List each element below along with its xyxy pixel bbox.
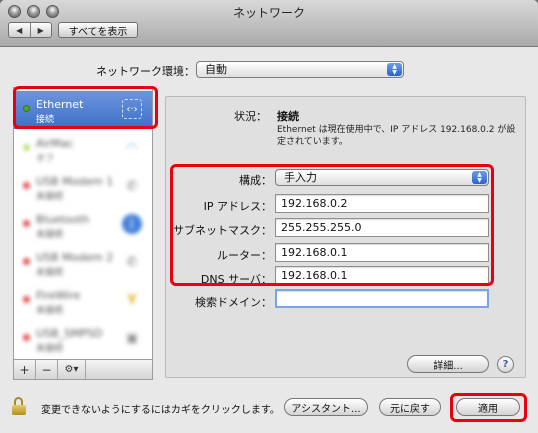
status-description: Ethernet は現在使用中で、IP アドレス 192.168.0.2 が設定… xyxy=(277,125,516,147)
status-dot-icon xyxy=(23,144,30,151)
service-item-ethernet[interactable]: Ethernet 接続 ‹·› xyxy=(14,91,152,129)
service-name: FireWire xyxy=(36,289,81,302)
add-service-button[interactable]: + xyxy=(14,360,36,379)
location-label: ネットワーク環境： xyxy=(96,65,195,78)
apply-button[interactable]: 適用 xyxy=(456,398,520,416)
status-dot-icon xyxy=(23,296,30,303)
service-name: Ethernet xyxy=(36,98,84,111)
remove-service-button[interactable]: − xyxy=(36,360,58,379)
lock-hint-text: 変更できないようにするにはカギをクリックします。 xyxy=(41,405,280,416)
subnet-mask-field[interactable]: 255.255.255.0 xyxy=(275,218,489,237)
service-name: Bluetooth xyxy=(36,213,90,226)
show-all-button[interactable]: すべてを表示 xyxy=(58,22,138,38)
network-preferences-window: ネットワーク ◀ ▶ すべてを表示 ネットワーク環境： 自動 ▲ ▼ Ethern… xyxy=(0,0,538,433)
service-item-usb-modem-1[interactable]: USB Modem 1 未接続 ✆ xyxy=(14,168,152,206)
assistant-button[interactable]: アシスタント... xyxy=(284,398,368,416)
router-field[interactable]: 192.168.0.1 xyxy=(275,243,489,262)
service-status: 未接続 xyxy=(36,230,64,240)
service-item-usb-smpsd[interactable]: USB_SMPSD 未接続 ▣ xyxy=(14,320,152,358)
configure-popup[interactable]: 手入力 ▲ ▼ xyxy=(275,169,489,186)
revert-button[interactable]: 元に戻す xyxy=(379,398,441,416)
service-list: Ethernet 接続 ‹·› AirMac オフ ◠ USB Modem 1 … xyxy=(13,87,153,360)
wifi-icon: ◠ xyxy=(126,140,138,156)
back-forward-group: ◀ ▶ xyxy=(8,22,52,38)
title-bar: ネットワーク ◀ ▶ すべてを表示 xyxy=(0,0,538,47)
vpn-icon: ▣ xyxy=(125,330,139,346)
service-status: 未接続 xyxy=(36,268,64,278)
service-item-airmac[interactable]: AirMac オフ ◠ xyxy=(14,130,152,168)
status-value: 接続 xyxy=(277,110,299,123)
status-label: 状況： xyxy=(234,110,267,123)
service-item-usb-modem-2[interactable]: USB Modem 2 未接続 ✆ xyxy=(14,244,152,282)
dns-server-field[interactable]: 192.168.0.1 xyxy=(275,266,489,285)
service-list-toolbar: + − ⚙▾ xyxy=(13,360,153,380)
subnet-mask-label: サブネットマスク： xyxy=(173,224,272,237)
service-name: AirMac xyxy=(36,137,74,150)
forward-button[interactable]: ▶ xyxy=(29,23,52,37)
service-status: 未接続 xyxy=(36,306,64,316)
status-dot-icon xyxy=(23,334,30,341)
help-button[interactable]: ? xyxy=(497,356,514,373)
status-dot-icon xyxy=(23,220,30,227)
search-domains-field[interactable] xyxy=(275,289,489,308)
service-status: 接続 xyxy=(36,115,55,125)
status-dot-icon xyxy=(23,105,30,112)
popup-arrows-icon: ▲ ▼ xyxy=(472,171,487,184)
bluetooth-icon: ᛒ xyxy=(122,214,142,234)
window-title: ネットワーク xyxy=(232,6,305,20)
configure-value: 手入力 xyxy=(284,171,317,184)
service-item-firewire[interactable]: FireWire 未接続 Y xyxy=(14,282,152,320)
dns-server-label: DNS サーバ： xyxy=(200,273,272,286)
back-button[interactable]: ◀ xyxy=(9,23,30,37)
service-status: オフ xyxy=(36,154,55,164)
service-name: USB Modem 2 xyxy=(36,251,114,264)
gear-menu-icon[interactable]: ⚙▾ xyxy=(58,360,86,379)
service-status: 未接続 xyxy=(36,192,64,202)
ip-address-field[interactable]: 192.168.0.2 xyxy=(275,194,489,213)
ethernet-arrows-icon: ‹·› xyxy=(122,99,142,119)
popup-arrows-icon: ▲ ▼ xyxy=(387,63,402,76)
location-value: 自動 xyxy=(205,63,227,76)
service-status: 未接続 xyxy=(36,344,64,354)
ip-address-label: IP アドレス： xyxy=(203,200,272,213)
status-dot-icon xyxy=(23,258,30,265)
service-name: USB Modem 1 xyxy=(36,175,114,188)
phone-icon: ✆ xyxy=(126,178,138,194)
service-name: USB_SMPSD xyxy=(36,327,103,340)
phone-icon: ✆ xyxy=(126,254,138,270)
firewire-icon: Y xyxy=(127,292,137,308)
advanced-button[interactable]: 詳細... xyxy=(407,355,489,373)
router-label: ルーター： xyxy=(217,249,272,262)
service-item-bluetooth[interactable]: Bluetooth 未接続 ᛒ xyxy=(14,206,152,244)
location-popup[interactable]: 自動 ▲ ▼ xyxy=(196,61,404,78)
lock-icon[interactable] xyxy=(12,397,26,415)
search-domains-label: 検索ドメイン： xyxy=(195,296,272,309)
status-dot-icon xyxy=(23,182,30,189)
configure-label: 構成： xyxy=(239,174,272,187)
